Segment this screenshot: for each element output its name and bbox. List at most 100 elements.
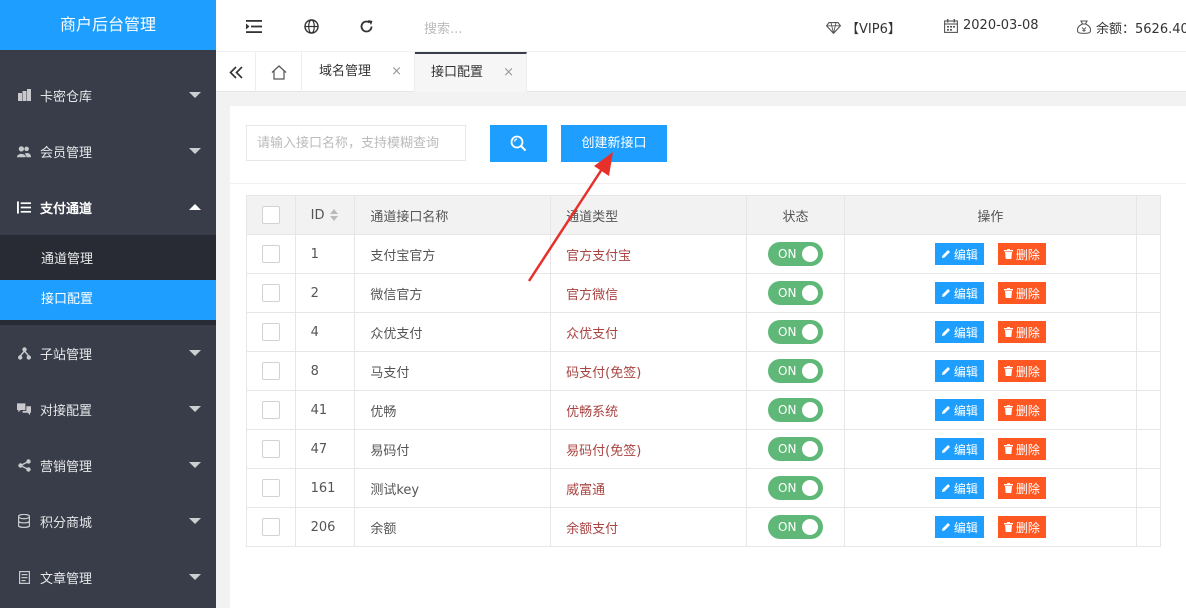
row-select-cell: [247, 235, 296, 273]
status-toggle-label: ON: [778, 286, 797, 300]
row-id: 8: [296, 352, 356, 390]
tab-interface-config[interactable]: 接口配置 ×: [415, 52, 527, 92]
status-toggle[interactable]: ON: [768, 242, 824, 266]
toggle-knob: [802, 441, 819, 457]
status-toggle[interactable]: ON: [768, 476, 824, 500]
row-checkbox[interactable]: [261, 362, 280, 380]
row-type: 易码付(免签): [551, 430, 747, 468]
delete-label: 删除: [1015, 247, 1040, 262]
row-operations: 编辑 删除: [845, 430, 1137, 468]
sidebar-item-docking-config[interactable]: 对接配置: [0, 381, 216, 437]
row-operations: 编辑 删除: [845, 391, 1137, 429]
column-id[interactable]: ID: [296, 196, 356, 234]
delete-button[interactable]: 删除: [997, 399, 1046, 421]
row-select-cell: [247, 352, 296, 390]
row-checkbox[interactable]: [261, 479, 280, 497]
row-name: 支付宝官方: [355, 235, 552, 273]
row-operations: 编辑 删除: [845, 274, 1137, 312]
tab-domain-management[interactable]: 域名管理 ×: [303, 52, 415, 92]
chevron-down-icon: [189, 148, 201, 154]
interface-search-input[interactable]: [246, 125, 466, 161]
status-toggle[interactable]: ON: [768, 281, 824, 305]
sidebar-item-points-mall[interactable]: 积分商城: [0, 493, 216, 549]
sidebar-item-label: 卡密仓库: [40, 89, 93, 105]
status-toggle[interactable]: ON: [768, 515, 824, 539]
row-type: 官方支付宝: [551, 235, 747, 273]
sort-icon[interactable]: [330, 209, 339, 221]
row-checkbox[interactable]: [261, 440, 280, 458]
row-checkbox[interactable]: [261, 323, 280, 341]
row-checkbox[interactable]: [261, 284, 280, 302]
status-toggle[interactable]: ON: [768, 437, 824, 461]
tab-home[interactable]: [257, 52, 302, 92]
row-checkbox[interactable]: [261, 518, 280, 536]
row-operations: 编辑 删除: [845, 469, 1137, 507]
pencil-icon: [941, 327, 951, 337]
sidebar-item-payment-channel[interactable]: 支付通道: [0, 179, 216, 235]
edit-button[interactable]: 编辑: [934, 360, 984, 382]
row-select-cell: [247, 313, 296, 351]
status-toggle[interactable]: ON: [768, 398, 824, 422]
tab-scroll-left[interactable]: [216, 52, 256, 92]
delete-button[interactable]: 删除: [997, 438, 1046, 460]
status-toggle[interactable]: ON: [768, 320, 824, 344]
balance-display: 余额：5626.40: [1077, 18, 1186, 37]
header-search[interactable]: 搜索...: [424, 18, 462, 37]
edit-button[interactable]: 编辑: [934, 516, 984, 538]
edit-label: 编辑: [953, 403, 978, 418]
delete-button[interactable]: 删除: [997, 282, 1046, 304]
row-id: 1: [296, 235, 356, 273]
trash-icon: [1003, 444, 1013, 454]
sidebar-item-marketing[interactable]: 营销管理: [0, 437, 216, 493]
delete-button[interactable]: 删除: [997, 516, 1046, 538]
row-operations: 编辑 删除: [845, 235, 1137, 273]
delete-button[interactable]: 删除: [997, 360, 1046, 382]
row-type: 众优支付: [551, 313, 747, 351]
edit-button[interactable]: 编辑: [934, 438, 984, 460]
sidebar-subitem-channel-management[interactable]: 通道管理: [0, 240, 216, 280]
database-icon: [17, 514, 31, 528]
sidebar-submenu: 通道管理 接口配置: [0, 235, 216, 325]
close-icon[interactable]: ×: [391, 52, 402, 92]
edit-button[interactable]: 编辑: [934, 321, 984, 343]
delete-button[interactable]: 删除: [997, 243, 1046, 265]
delete-button[interactable]: 删除: [997, 321, 1046, 343]
row-name: 优畅: [355, 391, 552, 429]
double-chevron-left-icon: [228, 65, 243, 79]
row-checkbox[interactable]: [261, 245, 280, 263]
row-status-cell: ON: [747, 235, 846, 273]
row-id: 2: [296, 274, 356, 312]
sidebar-item-card-warehouse[interactable]: 卡密仓库: [0, 67, 216, 123]
pencil-icon: [941, 288, 951, 298]
status-toggle[interactable]: ON: [768, 359, 824, 383]
toggle-knob: [802, 363, 819, 379]
globe-icon[interactable]: [301, 16, 321, 36]
select-all-checkbox[interactable]: [261, 206, 280, 224]
money-bag-icon: [1077, 20, 1091, 35]
edit-button[interactable]: 编辑: [934, 282, 984, 304]
edit-button[interactable]: 编辑: [934, 243, 984, 265]
column-operations: 操作: [845, 196, 1137, 234]
row-checkbox[interactable]: [261, 401, 280, 419]
sidebar-item-substation[interactable]: 子站管理: [0, 325, 216, 381]
table-row: 8 马支付 码支付(免签) ON 编辑 删除: [247, 352, 1162, 391]
delete-label: 删除: [1015, 325, 1040, 340]
menu-toggle-icon[interactable]: [244, 16, 264, 36]
edit-button[interactable]: 编辑: [934, 399, 984, 421]
row-status-cell: ON: [747, 274, 846, 312]
balance-label: 余额：5626.40: [1096, 22, 1186, 37]
sidebar-subitem-interface-config[interactable]: 接口配置: [0, 280, 216, 320]
sidebar-item-articles[interactable]: 文章管理: [0, 549, 216, 605]
edit-button[interactable]: 编辑: [934, 477, 984, 499]
search-button[interactable]: [490, 125, 547, 162]
refresh-icon[interactable]: [356, 16, 376, 36]
vip-level: 【VIP6】: [826, 18, 901, 37]
delete-label: 删除: [1015, 403, 1040, 418]
trash-icon: [1003, 327, 1013, 337]
close-icon[interactable]: ×: [503, 54, 514, 91]
sidebar-item-members[interactable]: 会员管理: [0, 123, 216, 179]
create-interface-button[interactable]: 创建新接口: [561, 125, 667, 162]
chevron-down-icon: [189, 92, 201, 98]
sidebar-item-label: 文章管理: [40, 571, 93, 587]
delete-button[interactable]: 删除: [997, 477, 1046, 499]
